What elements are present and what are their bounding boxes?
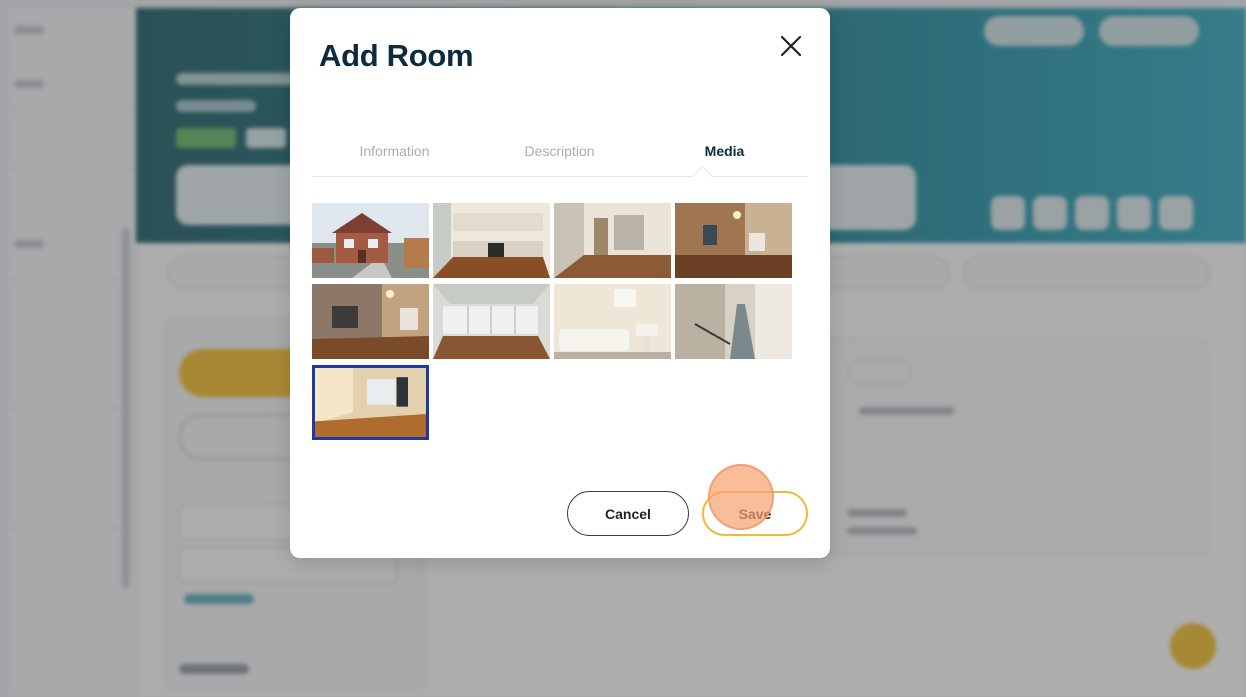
close-icon xyxy=(780,35,802,57)
media-thumbnail-kitchen[interactable] xyxy=(433,203,550,278)
media-thumbnail-house-exterior[interactable] xyxy=(312,203,429,278)
media-thumbnail-hallway[interactable] xyxy=(675,284,792,359)
save-button[interactable]: Save xyxy=(702,491,808,536)
media-thumbnail-conservatory[interactable] xyxy=(433,284,550,359)
modal-tabs: Information Description Media xyxy=(312,136,808,177)
modal-title: Add Room xyxy=(319,38,474,73)
tab-information[interactable]: Information xyxy=(312,136,477,176)
media-grid xyxy=(312,203,802,443)
media-thumbnail-bedroom[interactable] xyxy=(312,365,429,440)
tab-description[interactable]: Description xyxy=(477,136,642,176)
close-button[interactable] xyxy=(774,30,808,64)
media-thumbnail-living-room[interactable] xyxy=(675,203,792,278)
media-thumbnail-empty-room[interactable] xyxy=(554,203,671,278)
tab-media[interactable]: Media xyxy=(642,136,807,176)
cancel-button[interactable]: Cancel xyxy=(567,491,689,536)
media-thumbnail-living-room-window[interactable] xyxy=(312,284,429,359)
media-thumbnail-bathroom[interactable] xyxy=(554,284,671,359)
add-room-dialog: Add Room Information Description Media C… xyxy=(290,8,830,558)
